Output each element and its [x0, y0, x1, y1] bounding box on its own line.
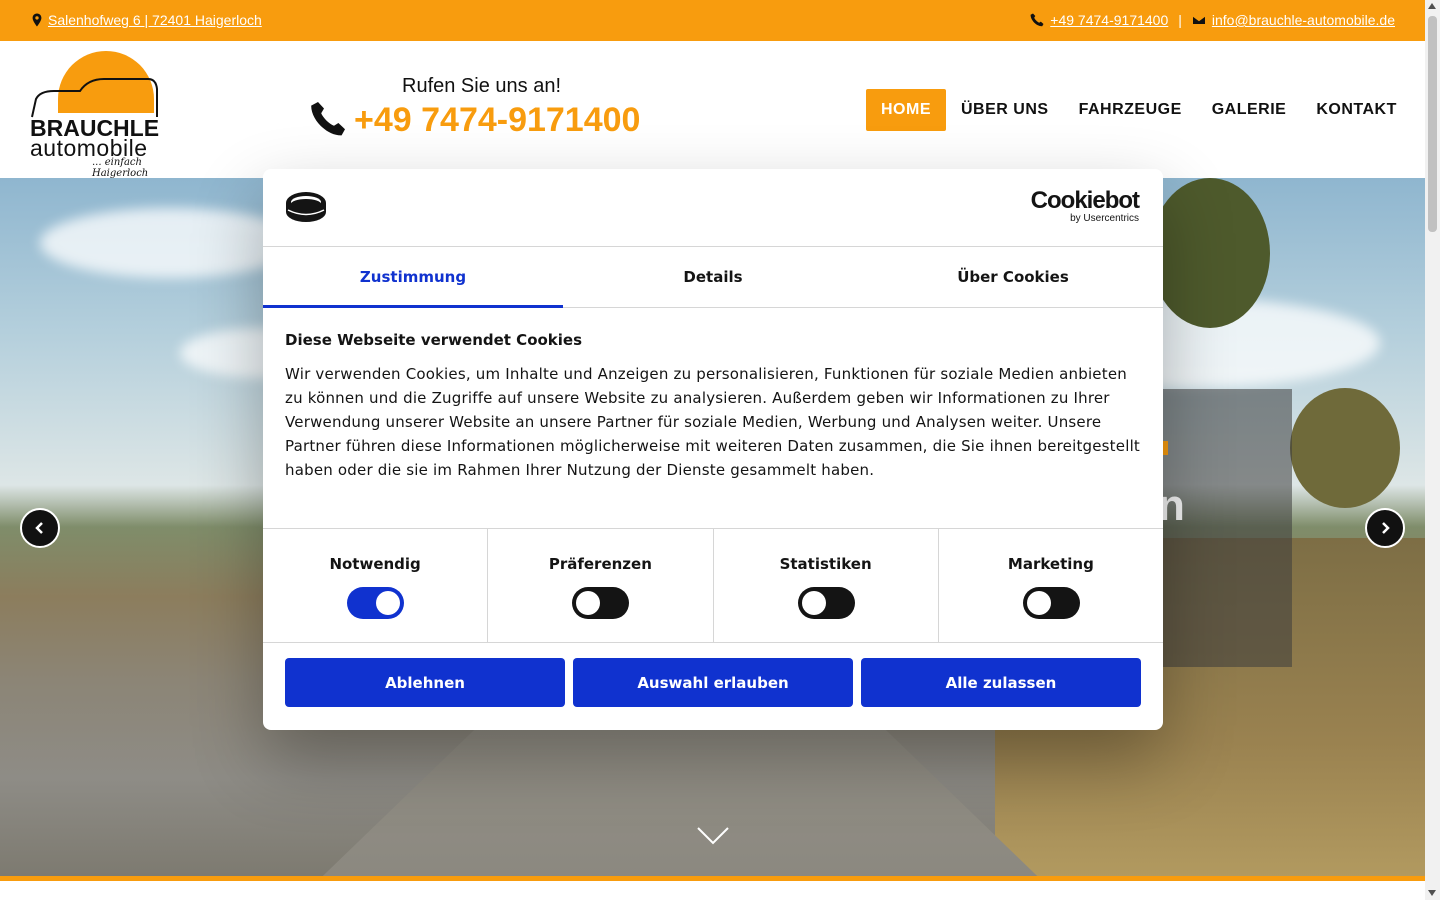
envelope-icon: [1191, 15, 1206, 25]
cookiebot-brand-sub: by Usercentrics: [1070, 213, 1139, 224]
nav-item-kontakt[interactable]: KONTAKT: [1301, 89, 1412, 131]
map-pin-icon: [32, 13, 42, 27]
cookiebot-brand-name: Cookiebot: [1030, 187, 1140, 214]
toggle-label-marketing: Marketing: [1007, 555, 1094, 573]
hero-tree: [1290, 388, 1400, 508]
hero-cloud: [40, 208, 300, 278]
toggle-label-praeferenzen: Präferenzen: [548, 555, 652, 573]
allow-all-button[interactable]: Alle zulassen: [861, 658, 1141, 707]
toggle-marketing[interactable]: [1022, 587, 1080, 619]
scroll-down-arrow-icon[interactable]: [1428, 890, 1436, 896]
cookie-dialog-tabs: Zustimmung Details Über Cookies: [263, 247, 1163, 308]
toggle-knob: [576, 591, 601, 615]
separator: |: [1178, 12, 1182, 28]
tab-zustimmung[interactable]: Zustimmung: [263, 247, 563, 308]
decline-button[interactable]: Ablehnen: [285, 658, 565, 707]
toggle-knob: [1026, 591, 1051, 615]
chevron-right-icon: [1382, 522, 1390, 534]
nav-item-fahrzeuge[interactable]: FAHRZEUGE: [1064, 89, 1197, 131]
email-link[interactable]: info@brauchle-automobile.de: [1212, 12, 1395, 28]
brand-logo[interactable]: BRAUCHLE automobile ... einfach Haigerlo…: [28, 51, 190, 179]
phone-icon: [1030, 13, 1044, 27]
page-scrollbar[interactable]: [1425, 0, 1440, 900]
cookie-dialog-heading: Diese Webseite verwendet Cookies: [285, 331, 583, 349]
toggle-statistiken[interactable]: [797, 587, 855, 619]
tab-details[interactable]: Details: [563, 247, 863, 307]
cookie-dialog-body: Diese Webseite verwendet Cookies Wir ver…: [285, 331, 1141, 482]
contact-block: +49 7474-9171400 | info@brauchle-automob…: [1030, 12, 1395, 28]
chevron-down-icon[interactable]: [697, 826, 729, 846]
page-bottom: [0, 881, 1425, 900]
call-us-number[interactable]: +49 7474-9171400: [354, 101, 640, 140]
slider-prev-button[interactable]: [20, 508, 60, 548]
cookiebot-brand[interactable]: Cookiebot by Usercentrics: [1030, 187, 1140, 225]
cookie-dialog-header: Cookiebot by Usercentrics: [263, 169, 1163, 247]
phone-link[interactable]: +49 7474-9171400: [1050, 12, 1168, 28]
top-info-bar: Salenhofweg 6 | 72401 Haigerloch +49 747…: [0, 0, 1425, 41]
nav-item-home[interactable]: HOME: [866, 89, 946, 131]
cookiebot-logo-icon: [286, 192, 326, 222]
main-nav: HOME ÜBER UNS FAHRZEUGE GALERIE KONTAKT: [866, 89, 1412, 131]
scrollbar-thumb[interactable]: [1428, 16, 1437, 232]
toggle-praeferenzen[interactable]: [572, 587, 630, 619]
allow-selection-button[interactable]: Auswahl erlauben: [573, 658, 853, 707]
phone-icon: [311, 102, 345, 136]
toggle-label-notwendig: Notwendig: [329, 555, 421, 573]
scroll-up-arrow-icon[interactable]: [1428, 3, 1436, 9]
site-header: BRAUCHLE automobile ... einfach Haigerlo…: [0, 41, 1425, 179]
call-us-label: Rufen Sie uns an!: [402, 75, 561, 97]
toggle-group-praeferenzen: Präferenzen: [488, 529, 714, 642]
hero-tree: [1150, 178, 1270, 328]
toggle-label-statistiken: Statistiken: [779, 555, 872, 573]
chevron-left-icon: [35, 522, 43, 534]
cookie-category-toggles: Notwendig Präferenzen Statistiken Market…: [263, 528, 1163, 643]
tab-ueber-cookies[interactable]: Über Cookies: [863, 247, 1163, 307]
address-block: Salenhofweg 6 | 72401 Haigerloch: [30, 12, 262, 28]
logo-tagline: ... einfach Haigerloch: [92, 157, 149, 179]
cookie-dialog-text: Wir verwenden Cookies, um Inhalte und An…: [285, 365, 1141, 479]
toggle-notwendig[interactable]: [347, 587, 405, 619]
toggle-group-statistiken: Statistiken: [714, 529, 939, 642]
cookie-consent-dialog: Cookiebot by Usercentrics Zustimmung Det…: [263, 169, 1163, 730]
nav-item-ueber-uns[interactable]: ÜBER UNS: [946, 89, 1064, 131]
car-outline-icon: [31, 78, 158, 118]
toggle-knob: [801, 591, 826, 615]
toggle-group-notwendig: Notwendig: [263, 529, 489, 642]
toggle-group-marketing: Marketing: [939, 529, 1163, 642]
toggle-knob: [376, 591, 401, 615]
nav-item-galerie[interactable]: GALERIE: [1197, 89, 1302, 131]
address-link[interactable]: Salenhofweg 6 | 72401 Haigerloch: [48, 12, 262, 28]
cookie-dialog-buttons: Ablehnen Auswahl erlauben Alle zulassen: [285, 658, 1141, 707]
slider-next-button[interactable]: [1365, 508, 1405, 548]
